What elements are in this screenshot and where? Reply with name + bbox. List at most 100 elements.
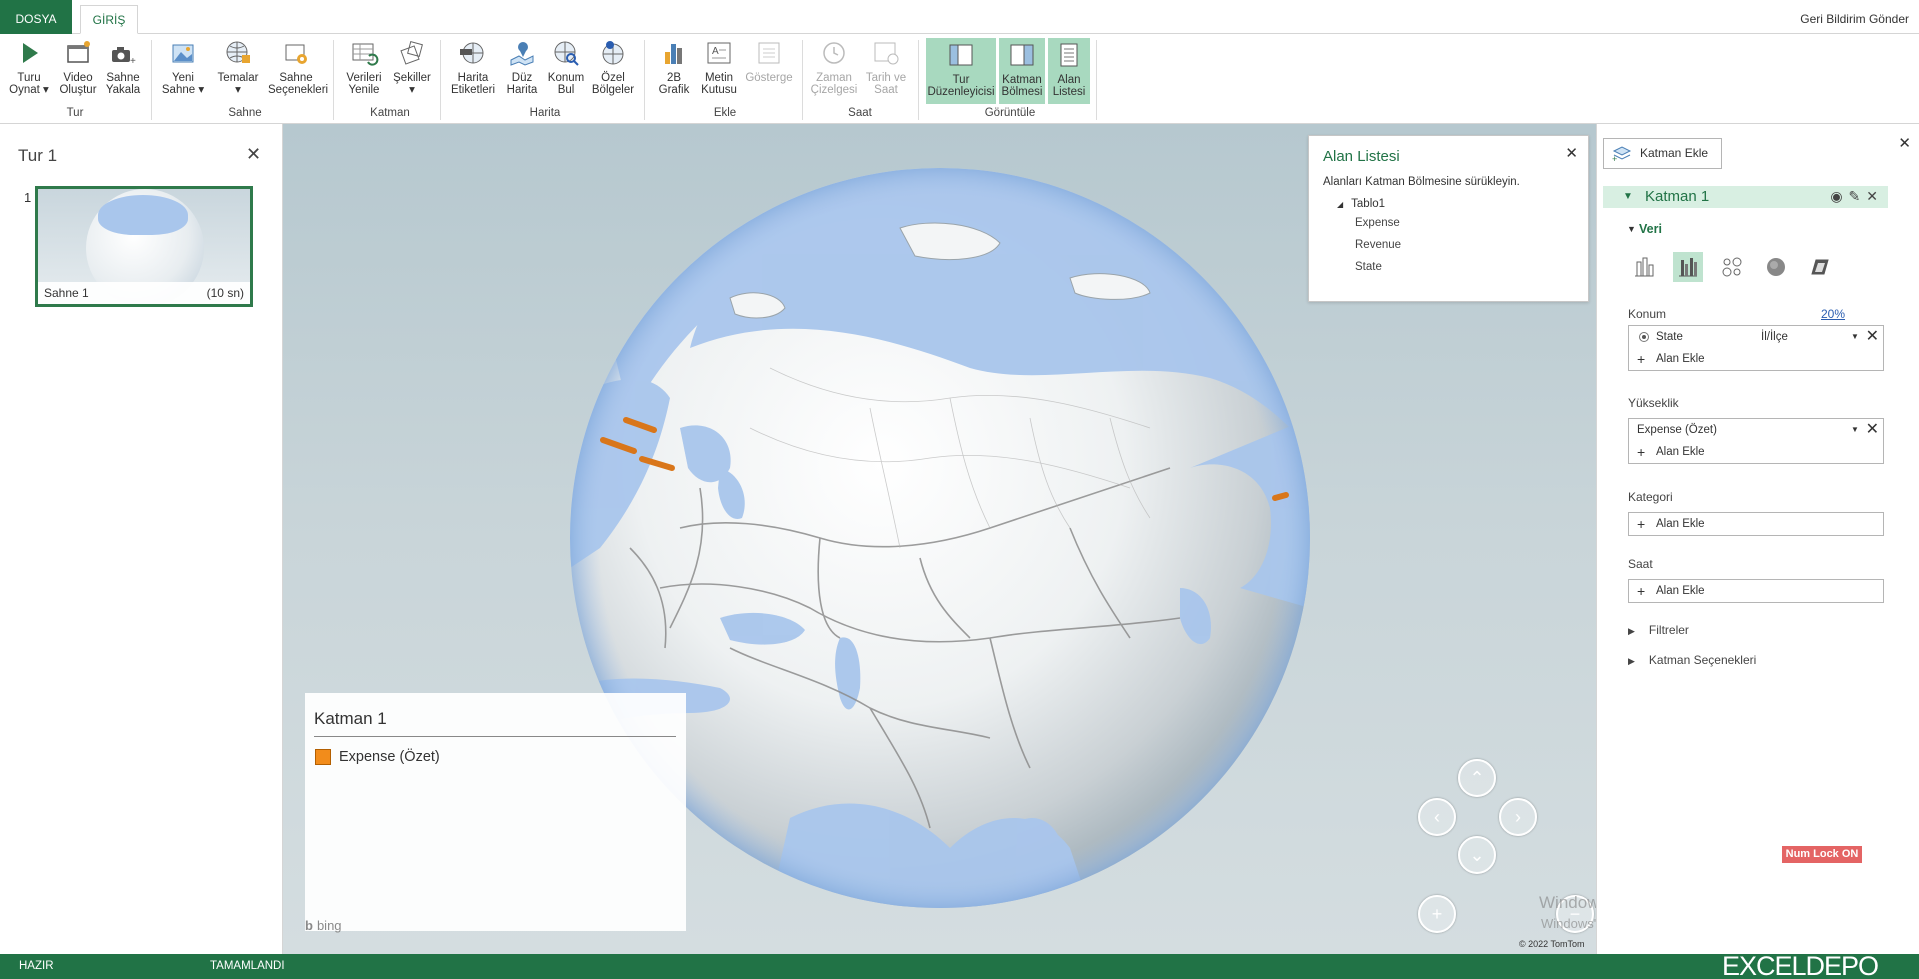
plus-icon: +	[1637, 444, 1646, 460]
refresh-data-icon	[352, 43, 379, 66]
svg-text:A: A	[712, 46, 719, 57]
play-tour-button[interactable]: Turu Oynat ▾	[8, 38, 50, 96]
field-item[interactable]: Expense	[1355, 217, 1400, 229]
collapse-icon: ◢	[1337, 200, 1344, 209]
tour-editor-button[interactable]: Tur Düzenleyicisi	[926, 38, 996, 104]
capture-scene-button[interactable]: + Sahne Yakala	[102, 38, 144, 96]
scene-thumbnail[interactable]: Sahne 1 (10 sn)	[35, 186, 253, 307]
group-label-map: Harita	[529, 107, 561, 119]
ribbon-separator	[333, 40, 334, 120]
collapse-icon[interactable]: ▼	[1623, 191, 1633, 202]
text-box-button[interactable]: A Metin Kutusu	[697, 38, 741, 96]
plus-icon: +	[1637, 516, 1646, 532]
plus-icon: +	[1637, 583, 1646, 599]
layer-header[interactable]: ▼ Katman 1 ◉✎✕	[1603, 186, 1888, 208]
layer-options-expander[interactable]: ▶ Katman Seçenekleri	[1628, 653, 1756, 667]
geocode-percentage-link[interactable]: 20%	[1821, 307, 1845, 321]
pencil-icon[interactable]: ✎	[1849, 188, 1867, 204]
collapse-icon[interactable]: ▼	[1627, 224, 1636, 234]
custom-regions-button[interactable]: Özel Bölgeler	[590, 38, 636, 96]
tour-editor-pane: Tur 1 ✕ 1 Sahne 1 (10 sn)	[0, 124, 283, 954]
field-list-panel: Alan Listesi ✕ Alanları Katman Bölmesine…	[1308, 135, 1589, 302]
send-feedback-link[interactable]: Geri Bildirim Gönder	[1800, 12, 1909, 26]
table-node[interactable]: ◢ Tablo1	[1337, 198, 1385, 210]
group-label-view: Görüntüle	[984, 107, 1036, 119]
scene-options-icon	[285, 44, 307, 64]
add-field-row[interactable]: + Alan Ekle	[1629, 441, 1883, 463]
close-icon[interactable]: ✕	[1565, 144, 1578, 162]
status-ready: HAZIR	[19, 960, 54, 972]
group-label-layer: Katman	[370, 107, 410, 119]
field-list-icon	[1060, 43, 1078, 67]
clustered-column-icon[interactable]	[1673, 252, 1703, 282]
shapes-button[interactable]: Şekiller ▾	[390, 38, 434, 96]
bar-chart-icon	[665, 44, 682, 64]
field-list-button[interactable]: Alan Listesi	[1048, 38, 1090, 104]
add-field-row[interactable]: + Alan Ekle	[1629, 513, 1883, 535]
radio-icon[interactable]	[1639, 332, 1649, 342]
remove-icon[interactable]: ✕	[1866, 326, 1879, 348]
chevron-right-icon: ▶	[1628, 656, 1635, 666]
new-scene-button[interactable]: Yeni Sahne ▾	[160, 38, 206, 96]
layer-pane-icon	[1010, 44, 1034, 66]
zoom-in-button[interactable]: +	[1418, 895, 1456, 933]
add-layer-button[interactable]: + Katman Ekle	[1603, 138, 1722, 169]
location-type-select[interactable]: İl/İlçe	[1761, 326, 1788, 348]
find-location-button[interactable]: Konum Bul	[545, 38, 587, 96]
tab-file[interactable]: DOSYA	[0, 0, 72, 34]
flat-map-button[interactable]: Düz Harita	[502, 38, 542, 96]
chevron-right-icon: ▶	[1628, 626, 1635, 636]
field-item[interactable]: State	[1355, 261, 1382, 273]
date-time-button[interactable]: Tarih ve Saat	[862, 38, 910, 96]
heatmap-icon[interactable]	[1761, 252, 1791, 282]
delete-icon[interactable]: ✕	[1866, 188, 1884, 204]
themes-button[interactable]: Temalar ▾	[213, 38, 263, 96]
svg-text:+: +	[130, 56, 136, 67]
find-location-icon	[554, 41, 579, 66]
tilt-up-button[interactable]: ⌃	[1458, 759, 1496, 797]
globe-theme-icon	[226, 41, 250, 63]
layer-pane-button[interactable]: Katman Bölmesi	[999, 38, 1045, 104]
location-field-row[interactable]: State İl/İlçe ▼ ✕	[1629, 326, 1883, 348]
bubble-icon[interactable]	[1717, 252, 1747, 282]
close-icon[interactable]: ✕	[246, 144, 261, 165]
scene-number: 1	[24, 190, 32, 205]
2d-chart-button[interactable]: 2B Grafik	[654, 38, 694, 96]
scene-caption: Sahne 1 (10 sn)	[38, 282, 250, 304]
filters-expander[interactable]: ▶ Filtreler	[1628, 623, 1689, 637]
plus-icon: +	[1637, 351, 1646, 367]
region-icon[interactable]	[1805, 252, 1835, 282]
legend-button[interactable]: Gösterge	[743, 38, 795, 84]
scene-name: Sahne 1	[44, 286, 89, 300]
tab-home[interactable]: GİRİŞ	[80, 5, 138, 34]
refresh-data-button[interactable]: Verileri Yenile	[342, 38, 386, 96]
legend-icon	[758, 42, 780, 64]
tilt-down-button[interactable]: ⌄	[1458, 836, 1496, 874]
ribbon-separator	[918, 40, 919, 120]
legend-title: Katman 1	[314, 709, 387, 728]
map-legend[interactable]: Katman 1 Expense (Özet)	[305, 693, 686, 931]
legend-item-label: Expense (Özet)	[339, 749, 440, 765]
eye-icon[interactable]: ◉	[1830, 188, 1848, 204]
field-item[interactable]: Revenue	[1355, 239, 1401, 251]
add-layer-icon: +	[1612, 146, 1632, 163]
add-field-row[interactable]: + Alan Ekle	[1629, 580, 1883, 602]
chevron-down-icon[interactable]: ▼	[1851, 419, 1859, 441]
camera-icon: +	[112, 47, 136, 67]
rotate-left-button[interactable]: ‹	[1418, 798, 1456, 836]
height-field-row[interactable]: Expense (Özet) ▼ ✕	[1629, 419, 1883, 441]
add-field-row[interactable]: + Alan Ekle	[1629, 348, 1883, 370]
scene-options-button[interactable]: Sahne Seçenekleri	[268, 38, 328, 96]
stacked-column-icon[interactable]	[1629, 252, 1659, 282]
map-labels-button[interactable]: Harita Etiketleri	[447, 38, 499, 96]
create-video-button[interactable]: Video Oluştur	[56, 38, 100, 96]
group-label-time: Saat	[848, 107, 872, 119]
close-icon[interactable]: ✕	[1898, 134, 1911, 152]
height-box: Expense (Özet) ▼ ✕ + Alan Ekle	[1628, 418, 1884, 464]
rotate-right-button[interactable]: ›	[1499, 798, 1537, 836]
group-label-insert: Ekle	[713, 107, 737, 119]
chevron-down-icon[interactable]: ▼	[1851, 326, 1859, 348]
timeline-button[interactable]: Zaman Çizelgesi	[808, 38, 860, 96]
map-copyright: © 2022 TomTom	[1519, 939, 1585, 949]
remove-icon[interactable]: ✕	[1866, 419, 1879, 441]
